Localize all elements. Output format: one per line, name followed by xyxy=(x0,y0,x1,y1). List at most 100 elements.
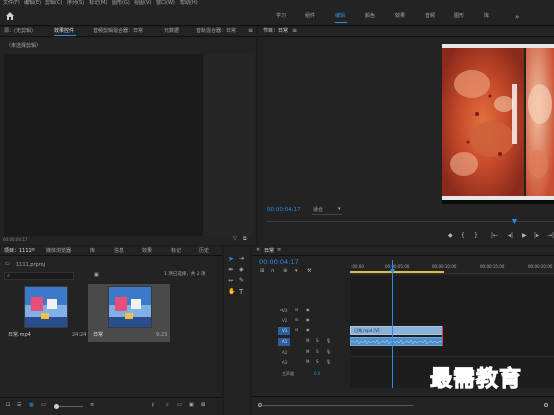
menu-help[interactable]: 帮助(H) xyxy=(180,1,198,6)
track-select-tool-icon[interactable]: ⇥ xyxy=(239,256,244,262)
hand-tool-icon[interactable]: ✋ xyxy=(228,289,235,295)
wrench-icon[interactable]: ⚒ xyxy=(307,269,311,274)
tab-audio-track-mixer[interactable]: 音轨混合器：日常 xyxy=(196,29,236,34)
zoom-slider[interactable] xyxy=(55,406,83,407)
tab-markers[interactable]: 标记 xyxy=(171,249,181,254)
chevron-down-icon[interactable]: ▾ xyxy=(338,207,341,212)
pen-tool-icon[interactable]: ✎ xyxy=(239,278,244,284)
workspace-assembly[interactable]: 组件 xyxy=(305,14,315,19)
razor-tool-icon[interactable]: ◈ xyxy=(239,267,244,273)
solo-icon[interactable]: S xyxy=(316,360,319,364)
timeline-timecode[interactable]: 00:00:04:17 xyxy=(259,259,299,266)
menu-window[interactable]: 窗口(W) xyxy=(156,1,175,6)
horizontal-scrollbar[interactable] xyxy=(263,405,413,406)
find-icon[interactable]: ⌕ xyxy=(166,403,169,408)
zoom-scroll-handle-left[interactable] xyxy=(258,403,262,407)
step-forward-icon[interactable]: |▸ xyxy=(534,233,539,239)
new-item-icon[interactable]: ▣ xyxy=(189,403,194,408)
workspace-color[interactable]: 颜色 xyxy=(365,14,375,19)
workspace-learn[interactable]: 学习 xyxy=(276,14,286,19)
go-to-in-icon[interactable]: |← xyxy=(491,233,498,239)
sync-lock-icon[interactable]: ⊟ xyxy=(295,308,298,312)
workspace-libraries[interactable]: 库 xyxy=(484,14,489,19)
tab-libraries[interactable]: 库 xyxy=(90,249,95,254)
project-item-1[interactable]: 日常 9:23 xyxy=(88,284,170,342)
menu-sequence[interactable]: 序列(S) xyxy=(67,1,84,6)
menu-file[interactable]: 文件(F) xyxy=(3,1,20,6)
mute-icon[interactable]: M xyxy=(306,350,309,354)
master-volume[interactable]: 0.0 xyxy=(314,372,320,376)
tab-info[interactable]: 信息 xyxy=(114,249,124,254)
voice-over-icon[interactable]: 🎙 xyxy=(326,339,331,343)
mute-icon[interactable]: M xyxy=(306,339,309,343)
workspace-audio[interactable]: 音频 xyxy=(425,14,435,19)
timeline-playhead[interactable] xyxy=(392,260,393,388)
workspace-effects[interactable]: 效果 xyxy=(395,14,405,19)
slip-tool-icon[interactable]: ↔ xyxy=(228,278,233,284)
linked-selection-icon[interactable]: ⊕ xyxy=(283,269,287,274)
eye-icon[interactable]: ◉ xyxy=(306,328,310,332)
freeform-view-icon[interactable]: ▭ xyxy=(41,403,46,408)
sync-lock-icon[interactable]: ⊟ xyxy=(295,318,298,322)
list-view-icon[interactable]: ☰ xyxy=(17,403,21,408)
delete-icon[interactable]: ⊠ xyxy=(201,403,205,408)
sync-lock-icon[interactable]: ⊟ xyxy=(295,328,298,332)
tab-metadata[interactable]: 元数据 xyxy=(164,29,179,34)
export-frame-icon[interactable]: ⧉ xyxy=(243,237,247,242)
program-playhead[interactable] xyxy=(512,219,517,224)
tab-history[interactable]: 历史 xyxy=(199,249,209,254)
tab-effects[interactable]: 效果 xyxy=(142,249,152,254)
step-back-icon[interactable]: ◂| xyxy=(508,233,513,239)
zoom-scroll-handle-right[interactable] xyxy=(544,403,548,407)
timeline-tab[interactable]: 日常 xyxy=(264,249,274,254)
audio-clip[interactable] xyxy=(350,337,443,346)
program-time-ruler[interactable] xyxy=(266,219,554,227)
program-menu-icon[interactable]: ≡ xyxy=(292,28,297,34)
voice-over-icon[interactable]: 🎙 xyxy=(326,360,331,364)
selection-tool-icon[interactable]: ➤ xyxy=(228,256,234,263)
sort-icon[interactable]: ≡ xyxy=(90,403,94,408)
voice-over-icon[interactable]: 🎙 xyxy=(326,350,331,354)
menu-view[interactable]: 视图(V) xyxy=(134,1,151,6)
add-marker-icon[interactable]: ▾ xyxy=(295,269,298,274)
go-to-out-icon[interactable]: →| xyxy=(547,233,554,239)
tab-media-browser[interactable]: 媒体浏览器 xyxy=(46,249,71,254)
project-menu-icon[interactable]: ≡ xyxy=(31,248,35,253)
work-area-bar[interactable] xyxy=(350,271,444,273)
filter-icon[interactable]: ▽ xyxy=(233,237,237,242)
nest-icon[interactable]: ⊞ xyxy=(260,269,264,274)
play-icon[interactable]: ▶ xyxy=(522,233,527,239)
tab-effect-controls[interactable]: 效果控件 xyxy=(54,29,74,34)
menu-markers[interactable]: 标记(M) xyxy=(89,1,107,6)
automate-to-sequence-icon[interactable]: ⫼ xyxy=(152,403,154,407)
type-tool-icon[interactable]: T xyxy=(239,289,243,296)
close-icon[interactable]: ✕ xyxy=(256,248,260,253)
solo-icon[interactable]: S xyxy=(316,339,319,343)
panel-menu-icon[interactable]: ≡ xyxy=(248,28,253,34)
timeline-menu-icon[interactable]: ≡ xyxy=(277,248,281,253)
tab-source[interactable]: 源：(无剪辑) xyxy=(4,29,33,34)
project-search-input[interactable]: ⌕ xyxy=(4,272,74,280)
menu-clip[interactable]: 剪辑(C) xyxy=(45,1,62,6)
tab-project[interactable]: 项目：1111 xyxy=(4,249,32,254)
add-marker-icon[interactable]: ◆ xyxy=(448,233,453,239)
solo-icon[interactable]: S xyxy=(316,350,319,354)
mark-in-icon[interactable]: { xyxy=(461,233,465,239)
menu-graphics[interactable]: 图形(G) xyxy=(112,1,130,6)
eye-icon[interactable]: ◉ xyxy=(306,318,310,322)
fit-dropdown[interactable]: 适合 xyxy=(313,208,323,213)
home-icon[interactable] xyxy=(5,11,15,21)
video-clip[interactable]: 日常.mp4 [V] xyxy=(350,326,443,335)
program-timecode[interactable]: 00:00:04:17 xyxy=(267,207,301,214)
lock-icon[interactable]: ⊡ xyxy=(6,403,10,408)
icon-view-icon[interactable]: ▦ xyxy=(29,403,34,408)
new-bin-icon[interactable]: ▭ xyxy=(177,403,182,408)
new-bin-from-search-icon[interactable]: ▣ xyxy=(94,273,99,278)
zoom-slider-handle[interactable] xyxy=(54,404,59,409)
workspace-editing[interactable]: 编辑 xyxy=(335,14,345,19)
menu-edit[interactable]: 编辑(E) xyxy=(24,1,41,6)
eye-icon[interactable]: ◉ xyxy=(306,308,310,312)
ripple-edit-tool-icon[interactable]: ⇹ xyxy=(228,267,233,273)
project-item-0[interactable]: 日常.mp4 24:24 xyxy=(4,282,86,342)
mark-out-icon[interactable]: } xyxy=(474,233,478,239)
